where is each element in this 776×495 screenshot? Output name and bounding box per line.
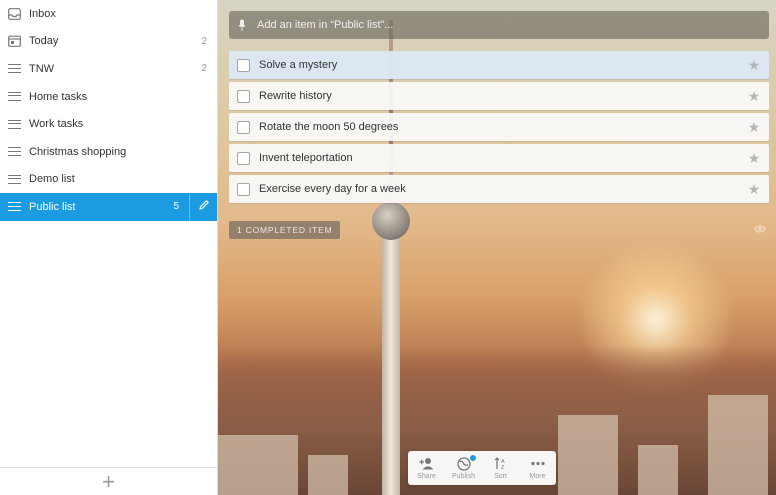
task-title: Solve a mystery (259, 59, 338, 71)
edit-list-button[interactable] (189, 193, 217, 221)
inbox-icon (7, 7, 21, 21)
sidebar-item-label: Demo list (29, 173, 75, 186)
list-icon (7, 200, 21, 214)
task-item[interactable]: Exercise every day for a week ★ (229, 175, 769, 203)
sidebar-item-count: 2 (201, 63, 207, 75)
main-panel: Solve a mystery ★ Rewrite history ★ Rota… (218, 0, 776, 495)
task-item[interactable]: Rotate the moon 50 degrees ★ (229, 113, 769, 141)
bottom-toolbar: Share Publish AZ Sort More (408, 451, 556, 485)
task-list: Solve a mystery ★ Rewrite history ★ Rota… (229, 51, 769, 206)
sort-icon: AZ (494, 456, 508, 472)
publish-label: Publish (452, 472, 475, 480)
published-badge (468, 453, 477, 462)
sidebar-item-label: Work tasks (29, 118, 84, 131)
svg-text:Z: Z (501, 465, 505, 470)
task-checkbox[interactable] (237, 151, 250, 165)
completed-items-toggle[interactable]: 1 COMPLETED ITEM (229, 221, 341, 239)
sidebar-item-label: Today (29, 35, 59, 48)
sidebar-item-count: 2 (201, 35, 207, 47)
sidebar-item-christmas-shopping[interactable]: Christmas shopping (0, 138, 217, 166)
star-icon[interactable]: ★ (746, 150, 762, 167)
globe-icon (456, 453, 477, 472)
list-icon (7, 90, 21, 104)
add-item-bar[interactable] (229, 11, 769, 39)
add-list-button[interactable]: + (0, 467, 217, 495)
plus-icon: + (102, 468, 115, 494)
sidebar-item-work-tasks[interactable]: Work tasks (0, 110, 217, 138)
task-item[interactable]: Solve a mystery ★ (229, 51, 769, 79)
sidebar-item-home-tasks[interactable]: Home tasks (0, 83, 217, 111)
share-button[interactable]: Share (408, 451, 445, 485)
publish-button[interactable]: Publish (445, 451, 482, 485)
ellipsis-icon (530, 457, 546, 472)
task-item[interactable]: Rewrite history ★ (229, 82, 769, 110)
task-checkbox[interactable] (237, 182, 250, 196)
task-title: Rewrite history (259, 90, 332, 102)
pencil-icon (198, 199, 210, 214)
list-icon (7, 145, 21, 159)
sidebar: Inbox Today 2 TNW 2 Home tasks Work task… (0, 0, 218, 495)
more-button[interactable]: More (519, 451, 556, 485)
star-icon[interactable]: ★ (746, 57, 762, 74)
sidebar-item-label: Inbox (29, 7, 56, 20)
sidebar-item-label: Christmas shopping (29, 145, 127, 158)
sidebar-item-label: TNW (29, 62, 55, 75)
sidebar-item-public-list[interactable]: Public list 5 (0, 193, 217, 221)
add-item-input[interactable] (257, 19, 737, 31)
sidebar-item-demo-list[interactable]: Demo list (0, 166, 217, 194)
sidebar-item-label: Home tasks (29, 90, 88, 103)
star-icon[interactable]: ★ (746, 119, 762, 136)
task-title: Rotate the moon 50 degrees (259, 121, 399, 133)
task-item[interactable]: Invent teleportation ★ (229, 144, 769, 172)
more-label: More (529, 472, 546, 480)
sidebar-item-today[interactable]: Today 2 (0, 28, 217, 56)
task-title: Invent teleportation (259, 152, 353, 164)
star-icon[interactable]: ★ (746, 181, 762, 198)
share-icon (419, 457, 435, 472)
sort-button[interactable]: AZ Sort (482, 451, 519, 485)
task-checkbox[interactable] (237, 89, 250, 103)
task-title: Exercise every day for a week (259, 183, 406, 195)
share-label: Share (417, 472, 436, 480)
microphone-icon[interactable] (237, 18, 247, 32)
sidebar-list: Inbox Today 2 TNW 2 Home tasks Work task… (0, 0, 217, 221)
list-icon (7, 172, 21, 186)
task-checkbox[interactable] (237, 58, 250, 72)
sidebar-item-label: Public list (29, 200, 76, 213)
sidebar-item-inbox[interactable]: Inbox (0, 0, 217, 28)
sidebar-item-tnw[interactable]: TNW 2 (0, 55, 217, 83)
list-icon (7, 62, 21, 76)
list-icon (7, 117, 21, 131)
eye-icon[interactable] (753, 224, 767, 236)
calendar-icon (7, 34, 21, 48)
sidebar-item-count: 5 (173, 201, 179, 213)
sort-label: Sort (494, 472, 507, 480)
star-icon[interactable]: ★ (746, 88, 762, 105)
task-checkbox[interactable] (237, 120, 250, 134)
